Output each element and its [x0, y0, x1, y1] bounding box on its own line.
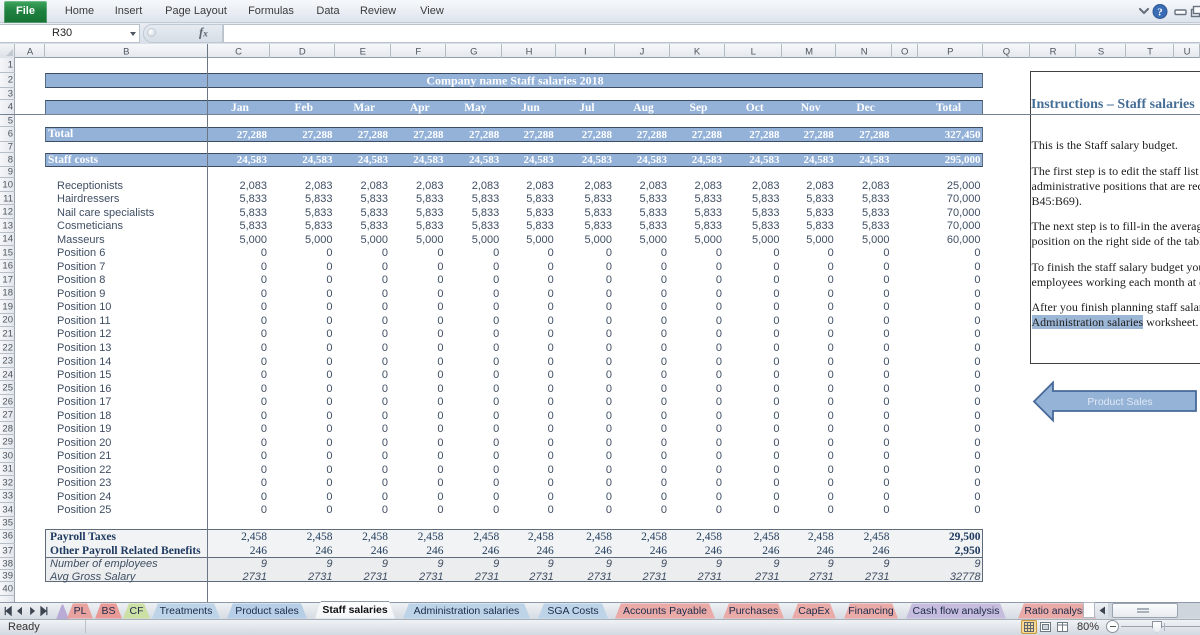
svg-text:?: ? [1157, 7, 1163, 19]
svg-text:Product Sales: Product Sales [1087, 396, 1152, 408]
